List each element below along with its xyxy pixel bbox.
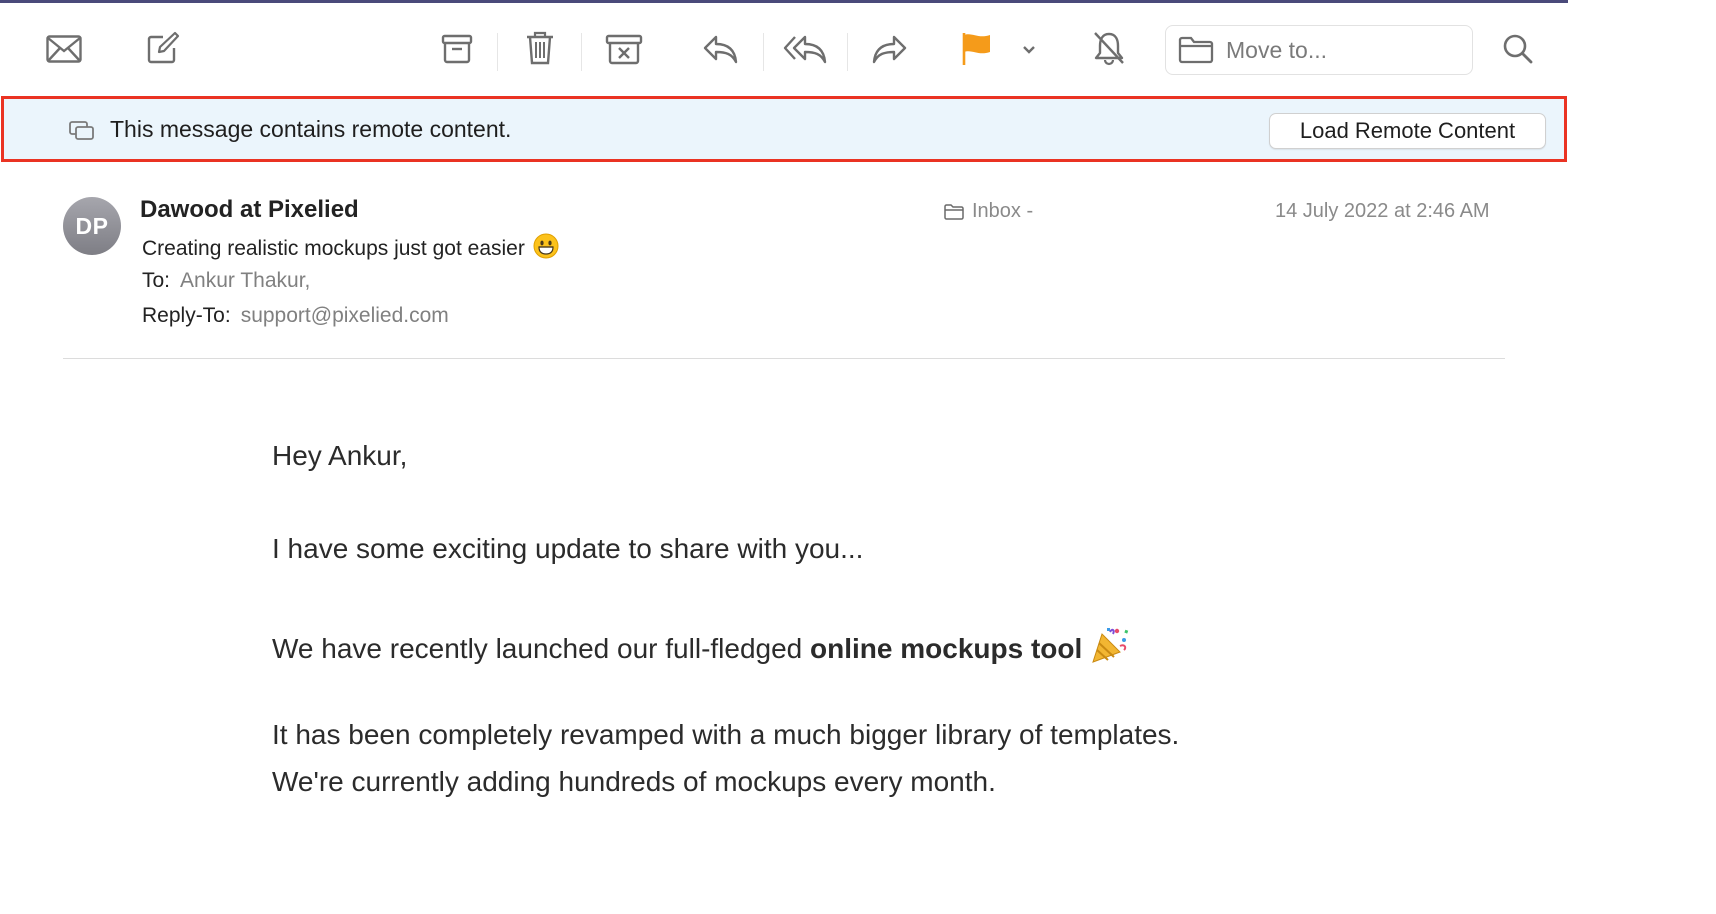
trash-icon[interactable] xyxy=(522,28,558,68)
to-label: To: xyxy=(142,269,171,292)
body-greeting: Hey Ankur, xyxy=(272,440,408,471)
move-to-label: Move to... xyxy=(1226,36,1327,63)
party-popper-icon xyxy=(1090,626,1130,671)
folder-icon xyxy=(944,203,964,220)
toolbar-separator xyxy=(581,33,582,71)
forward-icon[interactable] xyxy=(870,31,910,67)
body-line-2: We have recently launched our full-fledg… xyxy=(272,626,1130,671)
toolbar: Move to... xyxy=(0,3,1568,93)
online-mockups-tool-text: online mockups tool xyxy=(810,633,1083,664)
to-recipient[interactable]: Ankur Thakur, xyxy=(180,269,310,292)
subject-line: Creating realistic mockups just got easi… xyxy=(142,233,559,265)
mute-bell-icon[interactable] xyxy=(1090,28,1128,68)
folder-icon xyxy=(1178,36,1214,64)
message-date: 14 July 2022 at 2:46 AM xyxy=(1275,200,1490,222)
reply-all-icon[interactable] xyxy=(782,31,828,67)
toolbar-separator xyxy=(763,33,764,71)
body-line-1: I have some exciting update to share wit… xyxy=(272,533,864,564)
avatar: DP xyxy=(63,197,121,255)
toolbar-separator xyxy=(847,33,848,71)
flag-icon[interactable] xyxy=(958,29,994,69)
to-row: To: Ankur Thakur, xyxy=(142,269,310,293)
header-divider xyxy=(63,358,1505,359)
grinning-face-icon xyxy=(533,233,559,265)
remote-content-icon xyxy=(68,119,96,146)
remote-content-banner: This message contains remote content. Lo… xyxy=(1,96,1567,162)
load-remote-content-button[interactable]: Load Remote Content xyxy=(1269,113,1546,149)
move-to-dropdown[interactable]: Move to... xyxy=(1165,25,1473,75)
reply-to-label: Reply-To: xyxy=(142,304,231,327)
archive-icon[interactable] xyxy=(438,29,476,67)
reply-to-row: Reply-To: support@pixelied.com xyxy=(142,304,449,328)
body-line-3: It has been completely revamped with a m… xyxy=(272,719,1180,750)
sender-name: Dawood at Pixelied xyxy=(140,196,359,223)
mailbox-location[interactable]: Inbox - xyxy=(944,200,1033,223)
reply-to-address[interactable]: support@pixelied.com xyxy=(241,304,449,327)
reply-icon[interactable] xyxy=(700,31,740,67)
mail-icon[interactable] xyxy=(44,31,84,67)
compose-icon[interactable] xyxy=(144,29,182,67)
chevron-down-icon[interactable] xyxy=(1018,39,1040,61)
banner-message: This message contains remote content. xyxy=(110,116,512,142)
toolbar-separator xyxy=(497,33,498,71)
body-line-4: We're currently adding hundreds of mocku… xyxy=(272,766,996,797)
mailbox-name: Inbox - xyxy=(972,200,1034,222)
subject-text: Creating realistic mockups just got easi… xyxy=(142,237,525,260)
search-icon[interactable] xyxy=(1500,31,1536,67)
junk-icon[interactable] xyxy=(604,31,644,67)
body-line-2-prefix: We have recently launched our full-fledg… xyxy=(272,633,811,664)
